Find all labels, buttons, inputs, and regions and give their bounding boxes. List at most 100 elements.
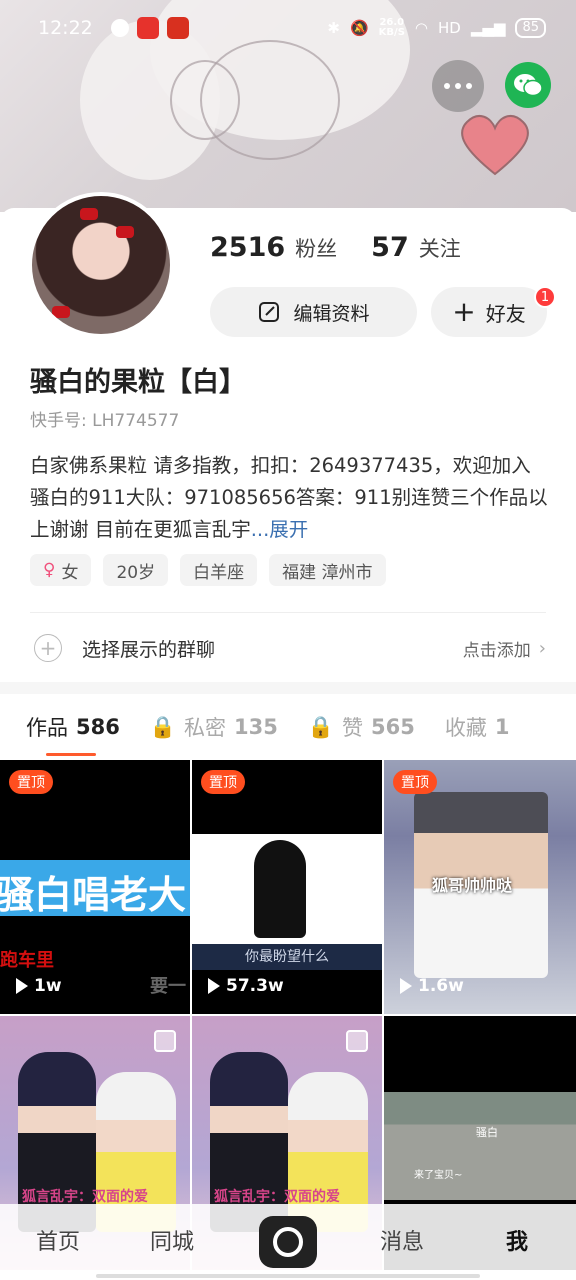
tab-works-count: 586 <box>76 715 120 739</box>
tab-private[interactable]: 🔒 私密 135 <box>150 694 278 760</box>
following-count[interactable]: 57 <box>371 232 409 263</box>
tag-location: 福建 漳州市 <box>269 554 386 586</box>
nav-me[interactable]: 我 <box>506 1224 528 1256</box>
avatar[interactable] <box>28 192 174 338</box>
view-count: 57.3w <box>208 976 284 996</box>
group-chat-row[interactable]: + 选择展示的群聊 点击添加 › <box>30 625 546 671</box>
edit-profile-label: 编辑资料 <box>293 302 370 325</box>
app-notification-icon-2 <box>166 17 189 39</box>
thumbnail-subtext: 跑车里 <box>0 950 54 971</box>
view-count: 1.6w <box>400 976 464 996</box>
tag-location-label: 福建 漳州市 <box>282 562 373 583</box>
app-notification-icon <box>136 17 159 39</box>
wechat-icon <box>514 74 543 97</box>
home-indicator <box>96 1274 480 1278</box>
dot-icon <box>466 83 472 89</box>
pinned-badge: 置顶 <box>201 770 245 794</box>
chevron-right-icon: › <box>538 637 546 659</box>
view-count-value: 1.6w <box>418 976 464 996</box>
video-thumbnail[interactable]: 置顶 骚白唱老大 跑车里 要一 1w <box>0 760 190 1014</box>
tab-private-count: 135 <box>234 715 278 739</box>
heart-drawing <box>461 114 529 176</box>
nav-messages[interactable]: 消息 <box>380 1224 424 1256</box>
wechat-share-button[interactable] <box>505 62 551 108</box>
plus-icon: + <box>452 295 476 328</box>
avatar-bow <box>52 306 70 318</box>
edit-profile-button[interactable]: 编辑资料 <box>210 287 417 337</box>
tab-favorites-count: 1 <box>494 715 510 739</box>
wifi-icon: ◠ <box>414 19 428 37</box>
signal-icon: ▂▄▆ <box>470 19 506 37</box>
tab-likes[interactable]: 🔒 赞 565 <box>308 694 415 760</box>
thumbnail-title: 狐言乱宇：双面的爱 <box>214 1189 340 1205</box>
shoot-button[interactable] <box>259 1216 317 1268</box>
profile-bio[interactable]: 白家佛系果粒 请多指教，扣扣：2649377435，欢迎加入骚白的911大队：9… <box>30 450 550 546</box>
group-chat-label: 选择展示的群聊 <box>82 638 216 661</box>
thumbnail-label: 骚白 <box>476 1126 498 1139</box>
tab-likes-count: 565 <box>371 715 415 739</box>
thumbnail-label-2: 来了宝贝~ <box>414 1170 463 1181</box>
network-type: HD <box>438 19 461 37</box>
status-time: 12:22 <box>38 17 93 39</box>
tag-age: 20岁 <box>103 554 169 586</box>
video-grid: 置顶 骚白唱老大 跑车里 要一 1w 置顶 你最盼望什么 57.3w 置顶 狐哥… <box>0 760 576 1280</box>
select-checkbox[interactable] <box>154 1030 176 1052</box>
tag-constellation-label: 白羊座 <box>193 562 245 583</box>
nav-nearby[interactable]: 同城 <box>150 1224 194 1256</box>
bio-expand-link[interactable]: ...展开 <box>251 518 309 541</box>
following-label[interactable]: 关注 <box>419 233 461 263</box>
dot-icon <box>455 83 461 89</box>
play-icon <box>400 978 412 994</box>
followers-count[interactable]: 2516 <box>210 232 285 263</box>
profile-uid[interactable]: 快手号: LH774577 <box>30 406 179 431</box>
view-count-value: 1w <box>34 976 62 996</box>
profile-stats: 2516 粉丝 57 关注 <box>210 232 461 263</box>
tab-likes-label: 赞 <box>342 716 363 740</box>
video-thumbnail[interactable]: 置顶 你最盼望什么 57.3w <box>192 760 382 1014</box>
browser-icon <box>110 19 129 37</box>
nav-home[interactable]: 首页 <box>36 1224 80 1256</box>
view-count-value: 57.3w <box>226 976 284 996</box>
network-speed: 26.0 KB/S <box>379 18 405 38</box>
add-friend-label: 好友 <box>485 301 526 326</box>
add-circle-icon: + <box>34 634 62 662</box>
add-friend-button[interactable]: + 好友 <box>431 287 547 337</box>
section-separator <box>0 682 576 694</box>
tab-works[interactable]: 作品 586 <box>26 694 120 760</box>
speed-unit: KB/S <box>378 27 405 38</box>
profile-page: 12:22 ✱ 🔕 26.0 KB/S ◠ HD ▂▄▆ 85 2516 粉丝 … <box>0 0 576 1280</box>
tab-active-indicator <box>46 753 96 756</box>
bluetooth-icon: ✱ <box>327 19 340 37</box>
tab-favorites[interactable]: 收藏 1 <box>445 694 510 760</box>
status-right: ✱ 🔕 26.0 KB/S ◠ HD ▂▄▆ 85 <box>327 18 546 38</box>
thumbnail-text: 骚白唱老大 <box>0 873 187 917</box>
tag-age-label: 20岁 <box>116 562 156 583</box>
lock-icon: 🔒 <box>149 714 176 739</box>
tag-gender-label: 女 <box>61 562 79 583</box>
play-icon <box>208 978 220 994</box>
status-bar: 12:22 ✱ 🔕 26.0 KB/S ◠ HD ▂▄▆ 85 <box>0 0 576 56</box>
bottom-nav: 首页 同城 消息 我 <box>0 1204 576 1280</box>
group-chat-action[interactable]: 点击添加 <box>463 636 531 661</box>
dot-icon <box>444 83 450 89</box>
followers-label[interactable]: 粉丝 <box>295 233 337 263</box>
tag-constellation: 白羊座 <box>180 554 258 586</box>
tab-favorites-label: 收藏 <box>444 716 487 740</box>
mute-icon: 🔕 <box>349 19 369 37</box>
view-count: 1w <box>16 976 62 996</box>
battery-level: 85 <box>515 18 546 38</box>
female-icon: ♀ <box>43 560 56 580</box>
tab-private-label: 私密 <box>184 716 226 740</box>
select-checkbox[interactable] <box>346 1030 368 1052</box>
profile-name: 骚白的果粒【白】 <box>30 367 246 398</box>
silhouette-figure <box>254 840 306 938</box>
edit-icon <box>259 302 280 322</box>
more-options-button[interactable] <box>432 60 484 112</box>
avatar-bow <box>80 208 98 220</box>
avatar-bow <box>116 226 134 238</box>
play-icon <box>16 978 28 994</box>
thumbnail-caption: 狐哥帅帅哒 <box>432 876 513 895</box>
thumbnail-subtext-2: 要一 <box>150 976 186 997</box>
divider <box>30 612 546 613</box>
video-thumbnail[interactable]: 置顶 狐哥帅帅哒 1.6w <box>384 760 576 1014</box>
